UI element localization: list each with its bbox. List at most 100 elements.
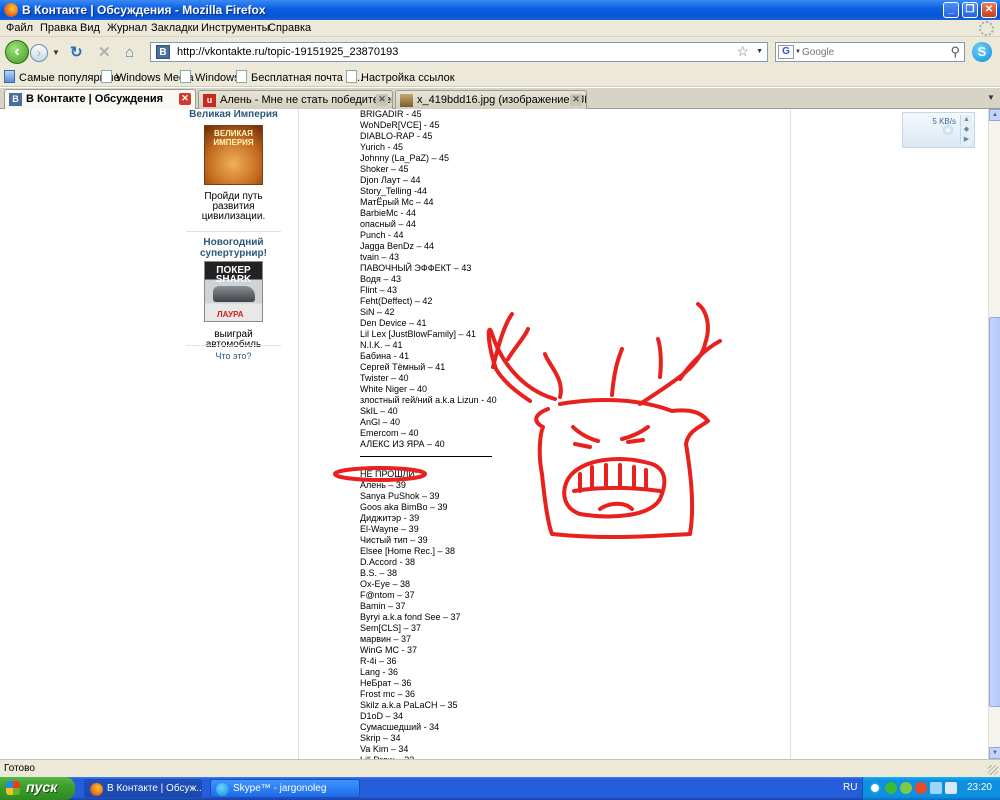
menu-history[interactable]: Журнал bbox=[107, 22, 147, 34]
image-favicon-icon bbox=[400, 94, 413, 107]
menu-file[interactable]: Файл bbox=[6, 22, 33, 34]
passed-entry: Yurich - 45 bbox=[360, 142, 404, 152]
back-button[interactable]: ‹ bbox=[5, 40, 29, 64]
navigation-toolbar: ‹ › ▼ ↻ ✕ ⌂ B http://vkontakte.ru/topic-… bbox=[0, 37, 1000, 66]
bookmark-customize-links[interactable]: Настройка ссылок bbox=[346, 70, 455, 84]
passed-entry: Punch - 44 bbox=[360, 230, 404, 240]
right-antler-tine bbox=[610, 347, 624, 397]
failed-entry: Bamin – 37 bbox=[360, 601, 406, 611]
menu-tools[interactable]: Инструменты bbox=[201, 22, 270, 34]
failed-entry: Чистый тип – 39 bbox=[360, 535, 428, 545]
resize-grip-icon[interactable] bbox=[988, 765, 998, 775]
stop-icon[interactable]: ✕ bbox=[98, 45, 111, 60]
tab-jpeg-image[interactable]: x_419bdd16.jpg (изображение «JPEG... ✕ bbox=[395, 90, 587, 109]
failed-entry: Сумасшедший - 34 bbox=[360, 722, 440, 732]
tray-app-icon[interactable] bbox=[915, 782, 927, 794]
ad-title[interactable]: Великая Империя bbox=[186, 109, 281, 120]
what-is-this-link[interactable]: Что это? bbox=[186, 351, 281, 361]
search-bar[interactable]: G ▼ ⚲ bbox=[775, 42, 965, 62]
bookmark-windows[interactable]: Windows bbox=[180, 70, 240, 84]
separator-line bbox=[360, 456, 492, 457]
tray-app-icon[interactable] bbox=[900, 782, 912, 794]
failed-entry: марвин – 37 bbox=[360, 634, 411, 644]
list-all-tabs-icon[interactable]: ▼ bbox=[987, 93, 995, 102]
home-icon[interactable]: ⌂ bbox=[125, 45, 134, 60]
volume-icon[interactable] bbox=[945, 782, 957, 794]
system-tray: 23:20 bbox=[862, 777, 1000, 800]
vertical-scrollbar[interactable]: ▲ ▼ bbox=[988, 109, 1000, 759]
search-icon[interactable]: ⚲ bbox=[950, 44, 960, 60]
start-label: пуск bbox=[26, 779, 58, 795]
firefox-icon bbox=[90, 783, 103, 796]
firefox-icon bbox=[4, 3, 18, 17]
ad-text[interactable]: Пройди путь развития цивилизации. bbox=[196, 192, 271, 222]
search-input[interactable] bbox=[802, 45, 942, 59]
passed-entry: злостный гей/ний a.k.a Lizun - 40 bbox=[360, 395, 497, 405]
right-antler-tine bbox=[656, 337, 663, 379]
start-button[interactable]: пуск bbox=[0, 777, 75, 800]
ad-title[interactable]: Новогодний супертурнир! bbox=[191, 237, 276, 259]
passed-entry: Djon Лаут – 44 bbox=[360, 175, 421, 185]
close-tab-icon[interactable]: ✕ bbox=[179, 93, 191, 105]
engine-dropdown-icon[interactable]: ▼ bbox=[795, 49, 801, 55]
right-eyebrow bbox=[620, 425, 650, 441]
tray-arrow-icon[interactable] bbox=[869, 782, 881, 794]
skype-status-icon[interactable] bbox=[885, 782, 897, 794]
menu-help[interactable]: Справка bbox=[268, 22, 311, 34]
passed-entry: N.I.K. – 41 bbox=[360, 340, 403, 350]
content-left-border bbox=[298, 109, 299, 759]
close-tab-icon[interactable]: ✕ bbox=[570, 94, 582, 106]
sidebar-divider bbox=[186, 345, 281, 346]
language-indicator[interactable]: RU bbox=[843, 782, 857, 793]
tab-vk-discussions[interactable]: B В Контакте | Обсуждения ✕ bbox=[4, 89, 196, 110]
vk-favicon-icon: B bbox=[9, 93, 22, 106]
maximize-button[interactable]: ❐ bbox=[962, 2, 978, 18]
url-dropdown-icon[interactable]: ▼ bbox=[756, 48, 763, 55]
scroll-up-button[interactable]: ▲ bbox=[989, 109, 1000, 121]
failed-header: НЕ ПРОШЛИ: bbox=[360, 469, 418, 479]
tab-label: Алень - Мне не стать победителем (... bbox=[220, 94, 393, 106]
bubble-icon bbox=[943, 125, 953, 135]
ad-brand-text: ЛАУРА bbox=[217, 310, 244, 319]
scroll-down-button[interactable]: ▼ bbox=[989, 747, 1000, 759]
failed-entry: El-Wayne – 39 bbox=[360, 524, 419, 534]
close-window-button[interactable]: ✕ bbox=[981, 2, 997, 18]
minimize-button[interactable]: _ bbox=[943, 2, 959, 18]
forward-button[interactable]: › bbox=[30, 44, 48, 62]
mouth bbox=[562, 457, 667, 519]
passed-entry: DIABLO-RAP - 45 bbox=[360, 131, 433, 141]
close-tab-icon[interactable]: ✕ bbox=[376, 94, 388, 106]
content-right-border bbox=[790, 109, 791, 759]
menu-bookmarks[interactable]: Закладки bbox=[151, 22, 199, 34]
window-titlebar[interactable]: В Контакте | Обсуждения - Mozilla Firefo… bbox=[0, 0, 1000, 20]
url-bar[interactable]: B http://vkontakte.ru/topic-19151925_238… bbox=[150, 42, 768, 62]
taskbar-skype-window[interactable]: Skype™ - jargonoleg bbox=[210, 779, 360, 798]
taskbar-firefox-window[interactable]: В Контакте | Обсуж... bbox=[84, 779, 202, 798]
scroll-thumb[interactable] bbox=[989, 317, 1000, 707]
teeth bbox=[578, 463, 648, 493]
failed-entry: Sanya PuShok – 39 bbox=[360, 491, 440, 501]
tab-alen-video[interactable]: u Алень - Мне не стать победителем (... … bbox=[198, 90, 393, 109]
menu-view[interactable]: Вид bbox=[80, 22, 100, 34]
skype-icon[interactable]: S bbox=[972, 42, 992, 62]
ad-image-empire[interactable]: ВЕЛИКАЯ ИМПЕРИЯ bbox=[204, 125, 263, 185]
reload-icon[interactable]: ↻ bbox=[70, 45, 83, 60]
passed-entry: Den Device – 41 bbox=[360, 318, 427, 328]
ad-image-poker[interactable]: ПОКЕР SHARK ЛАУРА bbox=[204, 261, 263, 322]
history-dropdown-icon[interactable]: ▼ bbox=[52, 48, 60, 57]
passed-entry: BarbieMc - 44 bbox=[360, 208, 417, 218]
passed-entry: Lil Lex [JustBlowFamily] – 41 bbox=[360, 329, 477, 339]
menu-edit[interactable]: Правка bbox=[40, 22, 77, 34]
failed-entry: D1oD – 34 bbox=[360, 711, 404, 721]
windows-taskbar: пуск В Контакте | Обсуж... Skype™ - jarg… bbox=[0, 777, 1000, 800]
left-eye bbox=[573, 442, 592, 449]
bookmark-star-icon[interactable]: ☆ bbox=[736, 43, 749, 60]
bookmark-free-mail[interactable]: Бесплатная почта H... bbox=[236, 70, 363, 84]
widget-controls[interactable]: ▲ ◆ ▶ bbox=[960, 115, 972, 145]
network-icon[interactable] bbox=[930, 782, 942, 794]
page-icon bbox=[236, 70, 247, 83]
speed-text: 5 KB/s bbox=[932, 117, 956, 126]
google-engine-icon[interactable]: G bbox=[778, 45, 794, 59]
ad-text[interactable]: выиграй автомобиль bbox=[186, 330, 281, 350]
car-image bbox=[213, 286, 255, 302]
